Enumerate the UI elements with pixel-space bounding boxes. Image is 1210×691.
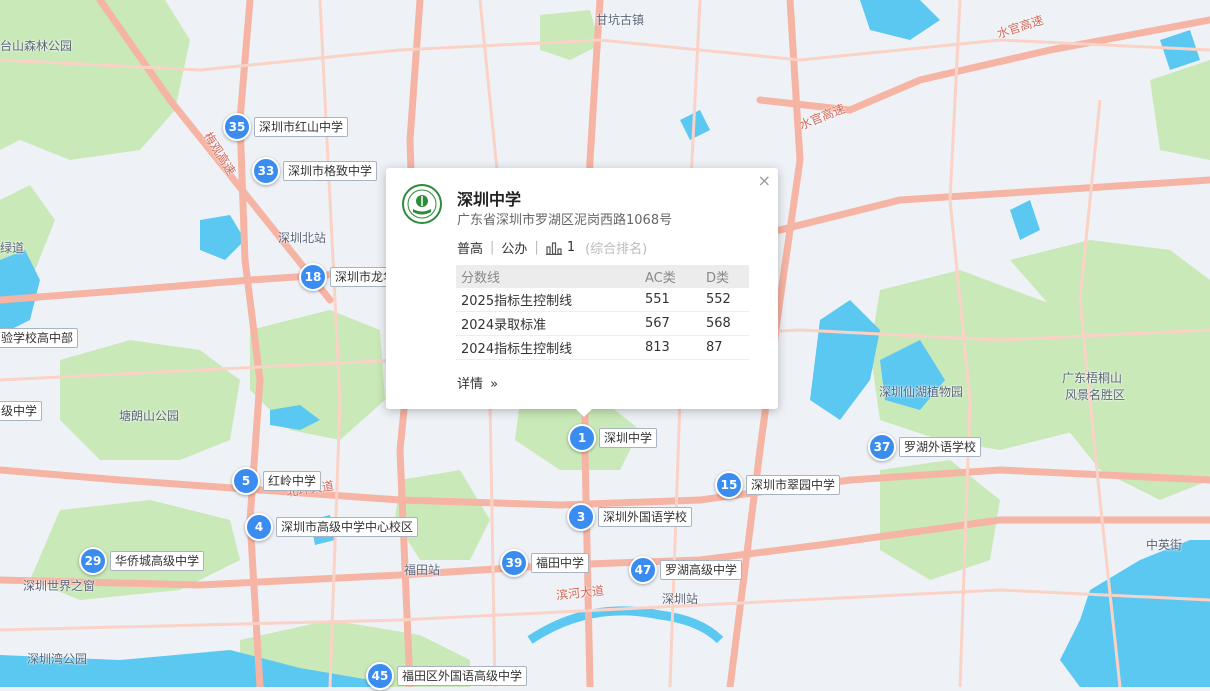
place-label: 深圳仙湖植物园 [879, 385, 964, 399]
place-label: 台山森林公园 [0, 39, 73, 53]
place-label: 深圳站 [662, 592, 699, 606]
marker-number[interactable]: 39 [500, 549, 528, 577]
marker-label[interactable]: 罗湖外语学校 [899, 437, 982, 457]
school-type-tag: 普高 [457, 242, 484, 257]
table-cell: 552 [701, 288, 749, 312]
marker-label[interactable]: 深圳市格致中学 [283, 161, 378, 181]
marker-label[interactable]: 福田区外国语高级中学 [397, 666, 528, 686]
place-label: 福田站 [404, 563, 441, 577]
table-cell: 2025指标生控制线 [456, 288, 640, 312]
school-ownership-tag: 公办 [501, 242, 528, 257]
table-header-cell: AC类 [640, 265, 701, 288]
place-label: 深圳湾公园 [27, 652, 88, 666]
marker-number[interactable]: 4 [245, 513, 273, 541]
table-row: 2024指标生控制线 813 87 [456, 335, 749, 360]
marker-number[interactable]: 45 [366, 662, 394, 690]
map-canvas[interactable]: 甘坑古镇 台山森林公园 深圳北站 绿道 塘朗山公园 深圳世界之窗 深圳湾公园 福… [0, 0, 1210, 691]
school-marker[interactable]: 18 深圳市龙华 [299, 263, 401, 291]
table-cell: 568 [701, 311, 749, 336]
table-row: 2024录取标准 567 568 [456, 311, 749, 336]
table-row: 2025指标生控制线 551 552 [456, 288, 749, 312]
school-marker[interactable]: 3 深圳外国语学校 [567, 503, 693, 531]
school-marker[interactable]: 47 罗湖高级中学 [629, 556, 743, 584]
place-label: 深圳世界之窗 [23, 579, 96, 593]
popup-tags: 普高 | 公办 | 1 (综合排名) [457, 238, 647, 257]
table-cell: 2024录取标准 [456, 311, 640, 336]
marker-number[interactable]: 37 [868, 433, 896, 461]
bar-chart-icon [545, 241, 562, 255]
school-marker[interactable]: 39 福田中学 [500, 549, 590, 577]
marker-number[interactable]: 18 [299, 263, 327, 291]
marker-label[interactable]: 深圳市高级中学中心校区 [276, 517, 419, 537]
close-icon[interactable]: × [758, 171, 771, 190]
school-marker[interactable]: 33 深圳市格致中学 [252, 157, 378, 185]
rank-note: (综合排名) [585, 242, 648, 257]
marker-label[interactable]: 深圳市红山中学 [254, 117, 349, 137]
school-marker[interactable]: 29 华侨城高级中学 [79, 547, 205, 575]
table-cell: 551 [640, 288, 701, 312]
school-marker[interactable]: 37 罗湖外语学校 [868, 433, 982, 461]
marker-label[interactable]: 红岭中学 [263, 471, 322, 491]
marker-number[interactable]: 47 [629, 556, 657, 584]
place-label: 塘朗山公园 [119, 409, 180, 423]
table-cell: 2024指标生控制线 [456, 335, 640, 360]
marker-label[interactable]: 罗湖高级中学 [660, 560, 743, 580]
marker-label[interactable]: 深圳中学 [599, 428, 658, 448]
place-label: 甘坑古镇 [596, 13, 645, 27]
edge-school-label[interactable]: 验学校高中部 [0, 328, 79, 348]
school-marker[interactable]: 35 深圳市红山中学 [223, 113, 349, 141]
table-header-cell: D类 [701, 265, 749, 288]
school-marker[interactable]: 5 红岭中学 [232, 467, 322, 495]
table-header-cell: 分数线 [456, 265, 640, 288]
school-info-popup: × 深圳中学 广东省深圳市罗湖区泥岗西路1068号 普高 | 公办 | 1 (综… [386, 168, 778, 417]
marker-number[interactable]: 1 [568, 424, 596, 452]
marker-number[interactable]: 3 [567, 503, 595, 531]
score-table: 分数线 AC类 D类 2025指标生控制线 551 552 2024录取标准 5… [456, 265, 749, 360]
marker-label[interactable]: 华侨城高级中学 [110, 551, 205, 571]
marker-label[interactable]: 福田中学 [531, 553, 590, 573]
school-marker[interactable]: 15 深圳市翠园中学 [715, 471, 841, 499]
place-label: 风景名胜区 [1065, 388, 1126, 402]
rank-value: 1 [566, 240, 576, 255]
place-label: 绿道 [0, 241, 25, 255]
marker-label[interactable]: 深圳市翠园中学 [746, 475, 841, 495]
marker-number[interactable]: 29 [79, 547, 107, 575]
school-marker[interactable]: 45 福田区外国语高级中学 [366, 662, 528, 690]
school-logo [402, 184, 442, 224]
tag-divider: | [490, 240, 495, 255]
details-label[interactable]: 详情 [457, 377, 483, 392]
popup-address: 广东省深圳市罗湖区泥岗西路1068号 [457, 213, 673, 228]
tag-divider: | [534, 240, 539, 255]
details-link[interactable]: 详情 » [457, 373, 498, 392]
popup-title: 深圳中学 [457, 190, 522, 209]
place-label: 广东梧桐山 [1062, 371, 1123, 385]
table-header-row: 分数线 AC类 D类 [456, 265, 749, 288]
table-cell: 87 [701, 335, 749, 360]
marker-number[interactable]: 35 [223, 113, 251, 141]
popup-pointer [576, 409, 592, 417]
marker-label[interactable]: 深圳外国语学校 [598, 507, 693, 527]
table-cell: 813 [640, 335, 701, 360]
marker-number[interactable]: 5 [232, 467, 260, 495]
place-label: 中英街 [1146, 538, 1183, 552]
school-marker[interactable]: 1 深圳中学 [568, 424, 658, 452]
place-label: 深圳北站 [278, 231, 327, 245]
school-marker[interactable]: 4 深圳市高级中学中心校区 [245, 513, 419, 541]
marker-number[interactable]: 15 [715, 471, 743, 499]
table-cell: 567 [640, 311, 701, 336]
edge-school-label[interactable]: 级中学 [0, 401, 43, 421]
marker-number[interactable]: 33 [252, 157, 280, 185]
double-chevron-right-icon[interactable]: » [490, 377, 498, 392]
